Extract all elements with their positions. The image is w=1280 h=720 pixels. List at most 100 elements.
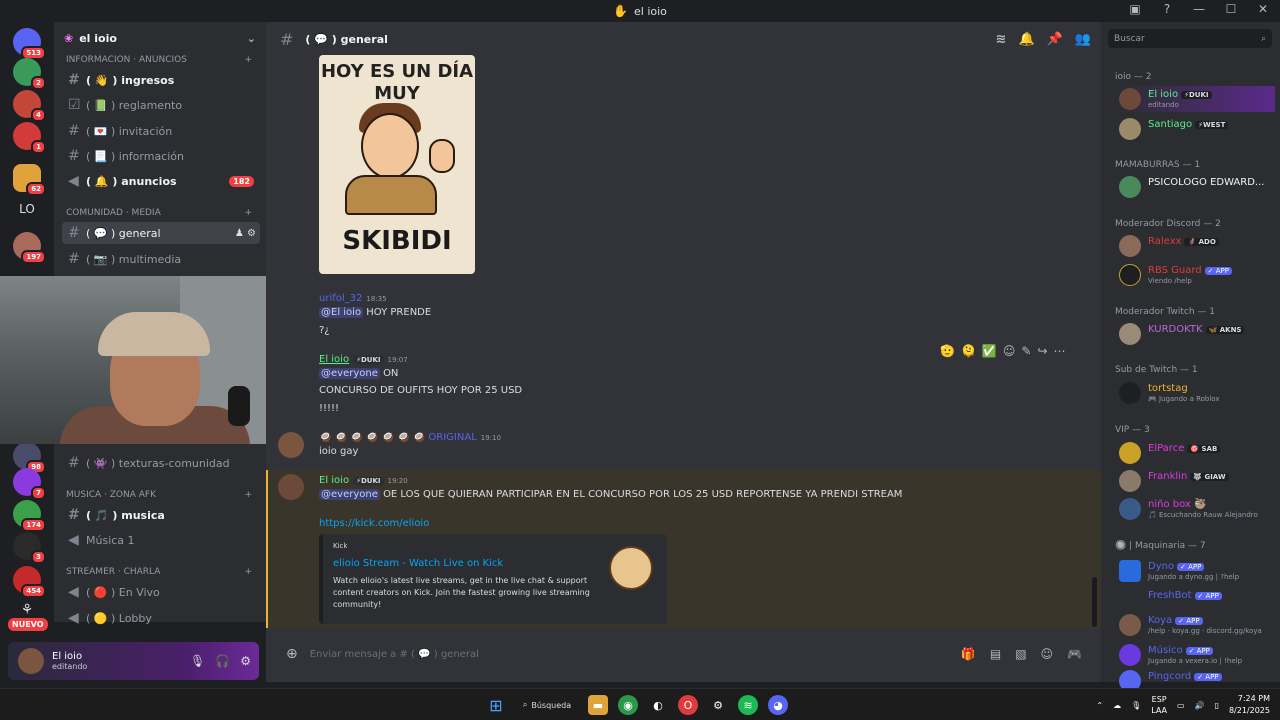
pin-icon[interactable]: 📌 bbox=[1047, 32, 1063, 47]
server-icon[interactable]: 3 bbox=[13, 532, 46, 564]
server-header[interactable]: ❀ el ioio ⌄ bbox=[54, 22, 266, 54]
member-item[interactable]: Franklin 🐺 GIAW bbox=[1115, 468, 1275, 494]
taskbar-search[interactable]: ⌕ Búsqueda bbox=[516, 694, 578, 716]
plus-icon[interactable]: + bbox=[244, 567, 252, 577]
bell-icon[interactable]: 🔔 bbox=[1018, 32, 1034, 47]
more-icon[interactable]: ⋯ bbox=[1054, 344, 1066, 358]
embed-thumbnail[interactable] bbox=[609, 546, 653, 590]
sticker-icon[interactable]: ▧ bbox=[1015, 647, 1026, 661]
chevron-up-icon[interactable]: ⌃ bbox=[1096, 701, 1103, 710]
channel-general[interactable]: # ( 💬 ) general ♟ ⚙ bbox=[62, 222, 260, 244]
member-item[interactable]: El ioio ⚡DUKI editando bbox=[1115, 86, 1275, 112]
server-icon[interactable]: 2 bbox=[13, 58, 46, 90]
gif-icon[interactable]: ▤ bbox=[990, 647, 1001, 661]
avatar[interactable] bbox=[18, 648, 44, 674]
member-item[interactable]: FreshBot ✓ APP bbox=[1115, 587, 1275, 613]
channel-anuncios[interactable]: ◀ ( 🔔 ) anuncios 182 bbox=[62, 170, 260, 192]
member-item[interactable]: ElParce 🎯 SAB bbox=[1115, 440, 1275, 466]
voice-channel-envivo[interactable]: ◀ ( 🔴 ) En Vivo bbox=[62, 581, 260, 603]
mention[interactable]: @El ioio bbox=[319, 307, 364, 318]
server-icon[interactable]: 1 bbox=[13, 122, 46, 154]
channel-musica[interactable]: # ( 🎵 ) musica bbox=[62, 504, 260, 526]
member-item[interactable]: KURDOKTK 🦋 AKNS bbox=[1115, 321, 1275, 347]
member-item[interactable]: Koya ✓ APP /help · koya.gg · discord.gg/k… bbox=[1115, 612, 1275, 638]
channel-informacion[interactable]: # ( 📃 ) información bbox=[62, 145, 260, 167]
composer-placeholder[interactable]: Enviar mensaje a # ( 💬 ) general bbox=[310, 649, 479, 660]
members-icon[interactable]: 👥 bbox=[1075, 32, 1091, 47]
new-badge[interactable]: NUEVO bbox=[8, 618, 48, 631]
server-lo[interactable]: LO bbox=[13, 202, 41, 222]
voice-channel-lobby[interactable]: ◀ ( 🟡 ) Lobby bbox=[62, 607, 260, 629]
display-icon[interactable]: ▭ bbox=[1177, 701, 1185, 710]
category-info[interactable]: INFORMACION · ANUNCIOS + bbox=[54, 55, 266, 65]
member-item[interactable]: Músico ✓ APP Jugando a vexera.io | !help bbox=[1115, 642, 1275, 668]
mic-icon[interactable]: 🎙 bbox=[1131, 701, 1141, 710]
member-item[interactable]: RBS Guard ✓ APP Viendo /help bbox=[1115, 262, 1275, 288]
plus-icon[interactable]: + bbox=[244, 55, 252, 65]
headphones-icon[interactable]: 🎧 bbox=[215, 654, 230, 668]
home-button[interactable]: 513 bbox=[13, 28, 46, 60]
member-item[interactable]: Pingcord ✓ APP bbox=[1115, 668, 1275, 688]
language-indicator[interactable]: ESP LAA bbox=[1151, 694, 1167, 716]
help-icon[interactable]: ? bbox=[1158, 2, 1176, 16]
message-link[interactable]: https://kick.com/elioio bbox=[319, 518, 429, 529]
gear-icon[interactable]: ⚙ bbox=[240, 654, 251, 668]
server-icon[interactable]: 4 bbox=[13, 90, 46, 122]
category-comunidad[interactable]: COMUNIDAD · MEDIA + bbox=[54, 208, 266, 218]
server-icon[interactable]: 197 bbox=[13, 232, 46, 264]
category-streamer[interactable]: STREAMER · CHARLA + bbox=[54, 567, 266, 577]
server-icon[interactable]: 174 bbox=[13, 500, 46, 532]
meme-image[interactable]: HOY ES UN DÍA MUY SKIBIDI bbox=[319, 55, 475, 274]
network-icon[interactable]: ☁ bbox=[1113, 701, 1121, 710]
plus-icon[interactable]: + bbox=[244, 490, 252, 500]
channel-settings-icon[interactable]: ♟ ⚙ bbox=[235, 228, 256, 239]
file-explorer-icon[interactable]: ▬ bbox=[588, 695, 608, 715]
gift-icon[interactable]: 🎁 bbox=[961, 647, 976, 661]
channel-texturas[interactable]: # ( 👾 ) texturas-comunidad bbox=[62, 452, 260, 474]
emoji-icon[interactable]: ☺ bbox=[1041, 647, 1054, 661]
settings-icon[interactable]: ⚙ bbox=[708, 695, 728, 715]
apps-icon[interactable]: 🎮 bbox=[1067, 647, 1082, 661]
spotify-icon[interactable]: ≋ bbox=[738, 695, 758, 715]
add-attachment-icon[interactable]: ⊕ bbox=[286, 646, 298, 662]
chrome-icon[interactable]: ◉ bbox=[618, 695, 638, 715]
minimize-button[interactable]: — bbox=[1190, 2, 1208, 16]
channel-ingresos[interactable]: # ( 👋 ) ingresos bbox=[62, 69, 260, 91]
reply-icon[interactable]: ↪ bbox=[1037, 344, 1047, 358]
channel-invitacion[interactable]: # ( 💌 ) invitación bbox=[62, 120, 260, 142]
app-icon[interactable]: ◐ bbox=[648, 695, 668, 715]
start-button[interactable]: ⊞ bbox=[486, 695, 506, 715]
message-author[interactable]: El ioio bbox=[319, 475, 349, 486]
member-item[interactable]: Ralexx 🦸 ADO bbox=[1115, 233, 1275, 259]
user-panel[interactable]: El ioio editando 🎙 🎧 ⚙ bbox=[8, 642, 259, 680]
inbox-icon[interactable]: ▣ bbox=[1126, 2, 1144, 16]
server-icon[interactable]: 7 bbox=[13, 468, 46, 500]
member-item[interactable]: Santiago ⚡WEST bbox=[1115, 116, 1275, 142]
reaction-emoji-icon[interactable]: 🫡 bbox=[940, 344, 955, 358]
message-composer[interactable]: ⊕ Enviar mensaje a # ( 💬 ) general 🎁 ▤ ▧… bbox=[276, 640, 1096, 668]
edit-icon[interactable]: ✎ bbox=[1021, 344, 1031, 358]
mention[interactable]: @everyone bbox=[319, 368, 380, 379]
message-author[interactable]: El ioio bbox=[319, 354, 349, 365]
discord-icon[interactable]: ◕ bbox=[768, 695, 788, 715]
threads-icon[interactable]: ≋ bbox=[996, 32, 1007, 47]
check-icon[interactable]: ✅ bbox=[982, 344, 997, 358]
mention[interactable]: @everyone bbox=[319, 489, 380, 500]
server-icon[interactable]: 62 bbox=[13, 164, 46, 196]
server-icon[interactable]: 98 bbox=[13, 442, 46, 474]
clock[interactable]: 7:24 PM 8/21/2025 bbox=[1229, 693, 1270, 717]
volume-icon[interactable]: 🔊 bbox=[1195, 701, 1205, 710]
channel-multimedia[interactable]: # ( 📷 ) multimedia bbox=[62, 248, 260, 270]
opera-icon[interactable]: O bbox=[678, 695, 698, 715]
message-author[interactable]: urifol_32 bbox=[319, 293, 362, 304]
member-item[interactable]: Dyno ✓ APP Jugando a dyno.gg | ?help bbox=[1115, 558, 1275, 584]
category-musica[interactable]: MUSICA · ZONA AFK + bbox=[54, 490, 266, 500]
member-item[interactable]: tortstag 🎮 Jugando a Roblox bbox=[1115, 380, 1275, 406]
avatar[interactable] bbox=[278, 474, 304, 500]
add-reaction-icon[interactable]: ☺ bbox=[1003, 344, 1016, 358]
maximize-button[interactable]: ☐ bbox=[1222, 2, 1240, 16]
close-button[interactable]: ✕ bbox=[1254, 2, 1272, 16]
voice-channel-musica1[interactable]: ◀ Música 1 bbox=[62, 529, 260, 551]
reaction-emoji-icon[interactable]: 🫠 bbox=[961, 344, 976, 358]
member-item[interactable]: niño box 🦥 🎵 Escuchando Rauw Alejandro bbox=[1115, 496, 1275, 522]
